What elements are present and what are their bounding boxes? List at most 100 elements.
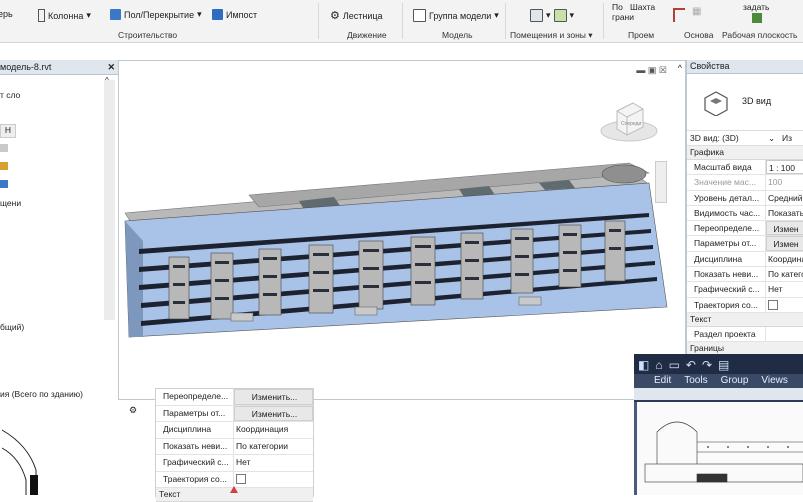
group-label: Движение — [347, 30, 387, 40]
properties-title: Свойства — [687, 60, 803, 74]
workplane-icon — [752, 13, 762, 23]
mullion-tool[interactable]: Импост — [212, 9, 257, 20]
column-tool[interactable]: Колонна ▾ — [38, 9, 91, 22]
property-row[interactable]: Показать неви... По категории — [156, 438, 313, 455]
type-preview: 3D вид — [687, 74, 803, 131]
building-model — [124, 162, 668, 338]
property-value[interactable]: 100 — [766, 175, 803, 189]
floor-icon — [110, 9, 121, 20]
chevron-down-icon: ⌄ — [768, 133, 776, 143]
property-row[interactable]: Уровень детал... Средний — [687, 190, 803, 206]
toolbar-icon[interactable] — [0, 162, 8, 170]
group-label: Рабочая плоскость — [722, 30, 798, 40]
cylinder-sketch — [1, 429, 38, 495]
property-value[interactable]: Измен — [766, 221, 803, 236]
group-label: Помещения и зоны ▾ — [510, 30, 593, 40]
property-row[interactable]: Видимость час... Показать — [687, 205, 803, 222]
property-value[interactable]: Средний — [766, 191, 803, 205]
properties-panel: Свойства 3D вид 3D вид: (3D) ⌄ Из График… — [686, 60, 803, 372]
property-row[interactable]: Графический с... Нет — [687, 282, 803, 298]
property-value[interactable]: Координа — [766, 252, 803, 266]
group-label: Модель — [442, 30, 473, 40]
checkbox[interactable] — [236, 474, 246, 485]
type-selector[interactable]: 3D вид: (3D) ⌄ Из — [687, 131, 803, 146]
property-value[interactable]: Измен — [766, 236, 803, 251]
property-row[interactable]: Графический с... Нет — [156, 455, 313, 472]
menu-item-views[interactable]: Views — [761, 374, 788, 388]
mullion-icon — [212, 9, 223, 20]
property-value[interactable]: Координация — [234, 422, 313, 438]
property-value[interactable]: По катего — [766, 267, 803, 281]
checkbox[interactable] — [768, 300, 778, 311]
property-row[interactable]: Переопределе... Изменить... — [156, 389, 313, 406]
property-key: Параметры от... — [156, 405, 234, 421]
chevron-down-icon: ▾ — [494, 10, 499, 20]
tree-item[interactable]: бщий) — [0, 322, 24, 332]
property-value[interactable]: Нет — [234, 455, 313, 471]
cad-drawing — [637, 402, 803, 495]
property-value[interactable]: Изменить... — [234, 389, 313, 405]
property-key: Масштаб вида — [687, 160, 766, 175]
grid-icon: ▦ — [692, 6, 702, 17]
property-key: Параметры от... — [687, 236, 766, 251]
chevron-down-icon: ▾ — [86, 10, 91, 20]
section-header[interactable]: Графика — [687, 146, 803, 160]
project-browser-title: модель-8.rvt ✕ — [0, 60, 118, 75]
stair-tool[interactable]: ⚙ Лестница — [330, 9, 383, 22]
menu-item-edit[interactable]: Edit — [654, 374, 671, 388]
property-row[interactable]: Параметры от... Измен — [687, 236, 803, 252]
property-key: Уровень детал... — [687, 190, 766, 205]
column-icon — [38, 9, 45, 22]
toolbar-icon[interactable] — [0, 144, 8, 152]
property-value[interactable]: 1 : 100 — [766, 160, 803, 175]
property-value[interactable]: Показать — [766, 206, 803, 220]
door-tool[interactable]: ерь — [0, 9, 13, 19]
3d-view-icon — [704, 91, 728, 116]
menu-item-tools[interactable]: Tools — [684, 374, 707, 388]
property-value[interactable] — [234, 472, 313, 488]
property-row[interactable]: Дисциплина Координация — [156, 422, 313, 439]
property-row[interactable]: Показать неви... По катего — [687, 267, 803, 283]
scrollbar[interactable] — [104, 80, 115, 320]
property-value[interactable]: Нет — [766, 282, 803, 296]
ribbon: ерь Колонна ▾ Пол/Перекрытие ▾ Импост Ст… — [0, 0, 803, 43]
quick-access-toolbar: ◧⌂▭↶↷▤ — [634, 354, 803, 374]
property-row[interactable]: Масштаб вида 1 : 100 — [687, 160, 803, 176]
set-workplane[interactable]: задать — [743, 2, 769, 12]
property-key: Траектория со... — [156, 471, 234, 487]
property-value[interactable]: По категории — [234, 439, 313, 455]
scroll-up-icon[interactable]: ^ — [678, 63, 682, 73]
toolbar-icon[interactable] — [0, 180, 8, 188]
model-group-icon — [413, 9, 426, 22]
tree-item[interactable]: ия (Всего по зданию) — [0, 389, 83, 399]
window-controls[interactable]: ▬ ▣ ☒ — [636, 65, 667, 76]
property-key: Показать неви... — [156, 438, 234, 454]
property-key: Видимость час... — [687, 205, 766, 221]
tag-icon — [553, 9, 567, 22]
shaft-tool[interactable]: По Шахта грани — [612, 2, 655, 22]
model-group-tool[interactable]: Группа модели ▾ — [413, 9, 499, 22]
cursor-icon — [230, 486, 238, 493]
floor-tool[interactable]: Пол/Перекрытие ▾ — [110, 9, 202, 20]
menu-item-group[interactable]: Group — [721, 374, 749, 388]
viewport-3d[interactable]: ▬ ▣ ☒ ^ Спереди ⚙ — [118, 60, 686, 415]
property-row[interactable]: Дисциплина Координа — [687, 251, 803, 268]
settings-icon[interactable]: ⚙ — [129, 405, 137, 416]
section-header[interactable]: Текст — [687, 312, 803, 327]
property-value[interactable] — [766, 298, 803, 312]
property-value[interactable]: Изменить... — [234, 405, 313, 421]
property-row[interactable]: Раздел проекта — [687, 326, 803, 343]
property-row[interactable]: Переопределе... Измен — [687, 221, 803, 237]
viewcube-icon[interactable]: Спереди — [599, 95, 669, 145]
cad-app-window: ◧⌂▭↶↷▤ Edit Tools Group Views — [634, 354, 803, 495]
tab-header[interactable]: Н — [0, 124, 16, 138]
close-icon[interactable]: ✕ — [107, 60, 115, 74]
toolbar[interactable] — [634, 388, 803, 400]
room-tool[interactable]: ▾ ▾ — [530, 9, 574, 22]
property-row[interactable]: Траектория со... — [687, 297, 803, 313]
properties-panel-secondary: Переопределе... Изменить... Параметры от..… — [155, 388, 314, 502]
property-row[interactable]: Параметры от... Изменить... — [156, 405, 313, 422]
scroll-up-icon[interactable]: ^ — [105, 76, 109, 85]
property-row[interactable]: Значение мас... 100 — [687, 175, 803, 191]
shaft-icon — [673, 8, 685, 22]
